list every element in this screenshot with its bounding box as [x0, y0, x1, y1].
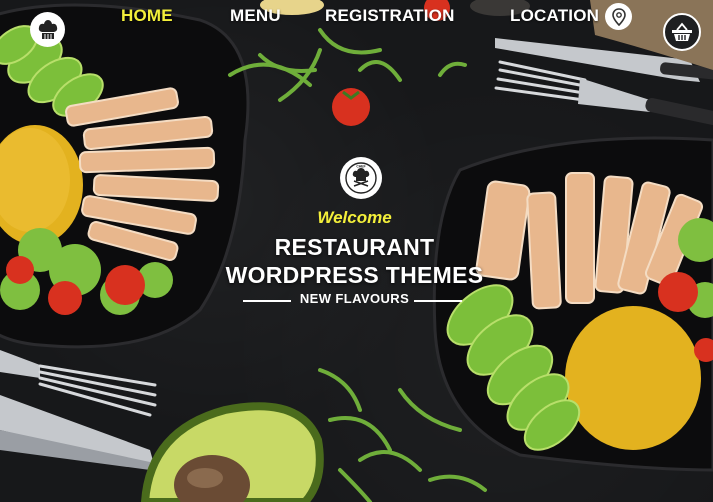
chef-hat-icon — [38, 19, 57, 39]
map-pin-icon — [611, 7, 626, 26]
bottom-left-cutlery — [0, 350, 157, 470]
chef-badge: CHEF — [340, 157, 382, 199]
hero-subtitle: NEW FLAVOURS — [299, 291, 410, 306]
welcome-text: Welcome — [317, 208, 392, 227]
hero-title-line2: WORDPRESS THEMES — [225, 262, 484, 288]
logo-button[interactable] — [30, 12, 65, 47]
nav-location[interactable]: LOCATION — [510, 6, 599, 26]
nav-registration[interactable]: REGISTRATION — [325, 6, 455, 26]
chef-badge-text: CHEF — [356, 165, 365, 169]
shopping-basket-icon — [672, 22, 692, 41]
nav-home[interactable]: HOME — [121, 6, 173, 26]
hero-title-line1: RESTAURANT — [274, 234, 435, 260]
nav-menu[interactable]: MENU — [230, 6, 281, 26]
hero-banner: HOME MENU REGISTRATION LOCATION CHEF Wel — [0, 0, 713, 502]
divider-right — [414, 300, 462, 302]
chef-badge-icon: CHEF — [345, 162, 377, 194]
location-pin-button[interactable] — [605, 3, 632, 30]
bottom-garnish — [140, 368, 487, 502]
cart-button[interactable] — [663, 13, 701, 51]
